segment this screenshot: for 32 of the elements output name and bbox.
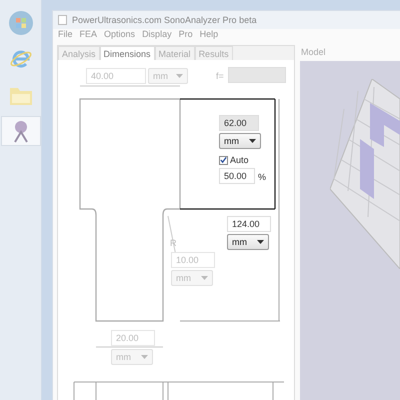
frequency-label: f= [216, 71, 224, 81]
percent-label: % [258, 172, 266, 182]
tab[interactable]: Results [194, 46, 233, 60]
radius-label: R [170, 238, 176, 248]
menu-item[interactable]: Pro [178, 29, 193, 42]
unit-dropdown[interactable]: mm [227, 234, 269, 250]
app-icon [58, 15, 67, 25]
tab[interactable]: Dimensions [100, 46, 155, 60]
model-tab[interactable]: Model [298, 45, 400, 61]
menu-item[interactable]: Options [104, 29, 136, 42]
caret-icon [249, 139, 256, 143]
menu-item[interactable]: Help [200, 29, 218, 42]
taskbar-button[interactable] [0, 116, 40, 146]
percent-field[interactable]: 50.00 [219, 168, 255, 184]
unit-dropdown[interactable]: mm [219, 133, 261, 149]
auto-checkbox[interactable]: Auto [219, 155, 249, 165]
frequency-field [228, 67, 286, 83]
caret-icon [141, 355, 148, 359]
menu-item[interactable]: Display [142, 29, 172, 42]
dimension-field[interactable]: 124.00 [227, 216, 271, 232]
caret-icon [257, 240, 264, 244]
window-title: PowerUltrasonics.com SonoAnalyzer Pro beta [72, 15, 257, 25]
checkmark-icon [220, 156, 227, 164]
caret-icon [201, 276, 208, 280]
menu-item[interactable]: File [58, 29, 73, 42]
start-orb-icon [8, 10, 34, 36]
menu-item[interactable]: FEA [80, 29, 98, 42]
dimension-field[interactable]: 62.00 [219, 115, 259, 131]
caret-icon [176, 74, 183, 78]
dimension-line [96, 346, 164, 348]
tab[interactable]: Analysis [58, 46, 100, 60]
tab[interactable]: Material [154, 46, 195, 60]
